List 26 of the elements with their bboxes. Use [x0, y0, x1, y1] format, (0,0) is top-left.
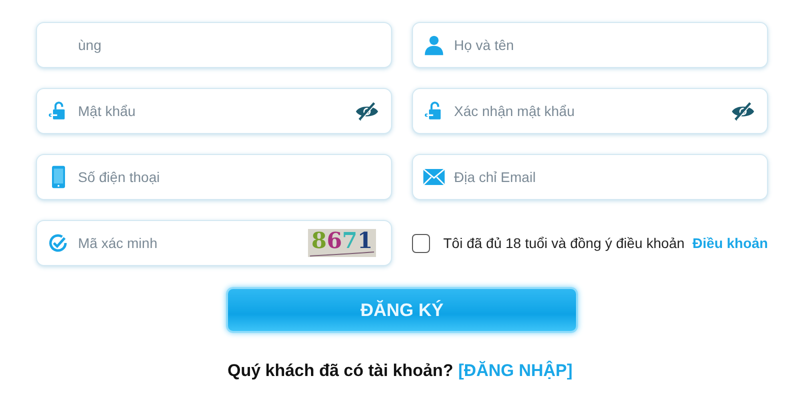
terms-agreement-label: Tôi đã đủ 18 tuổi và đồng ý điều khoản: [443, 235, 685, 251]
hidden-eye-icon[interactable]: [355, 102, 379, 120]
terms-link[interactable]: Điều khoản: [692, 235, 768, 251]
register-button[interactable]: ĐĂNG KÝ: [226, 287, 578, 333]
input-field[interactable]: Địa chỉ Email: [454, 157, 755, 197]
envelope-icon: [423, 169, 445, 185]
captcha-code: 8671: [308, 229, 376, 257]
text-box[interactable]: Mã xác minh 8671: [36, 220, 392, 266]
input-field[interactable]: Số điện thoại: [78, 157, 379, 197]
login-prompt: Quý khách đã có tài khoản?: [227, 361, 454, 381]
text-box[interactable]: ùng: [36, 22, 392, 68]
person-icon: [423, 34, 445, 56]
input-field[interactable]: Họ và tên: [454, 25, 755, 65]
login-link[interactable]: [ĐĂNG NHẬP]: [458, 361, 573, 381]
password-field[interactable]: Mật khẩu: [78, 91, 355, 131]
password-field[interactable]: Xác nhận mật khẩu: [454, 91, 731, 131]
password-box[interactable]: Xác nhận mật khẩu: [412, 88, 768, 134]
text-box[interactable]: Số điện thoại: [36, 154, 392, 200]
hidden-eye-icon[interactable]: [731, 102, 755, 120]
text-box[interactable]: Địa chỉ Email: [412, 154, 768, 200]
check-circle-icon: [47, 233, 69, 253]
input-field[interactable]: Mã xác minh: [78, 223, 308, 263]
input-field[interactable]: ùng: [78, 25, 379, 65]
text-box[interactable]: Họ và tên: [412, 22, 768, 68]
checkbox[interactable]: [412, 234, 430, 252]
password-box[interactable]: Mật khẩu: [36, 88, 392, 134]
